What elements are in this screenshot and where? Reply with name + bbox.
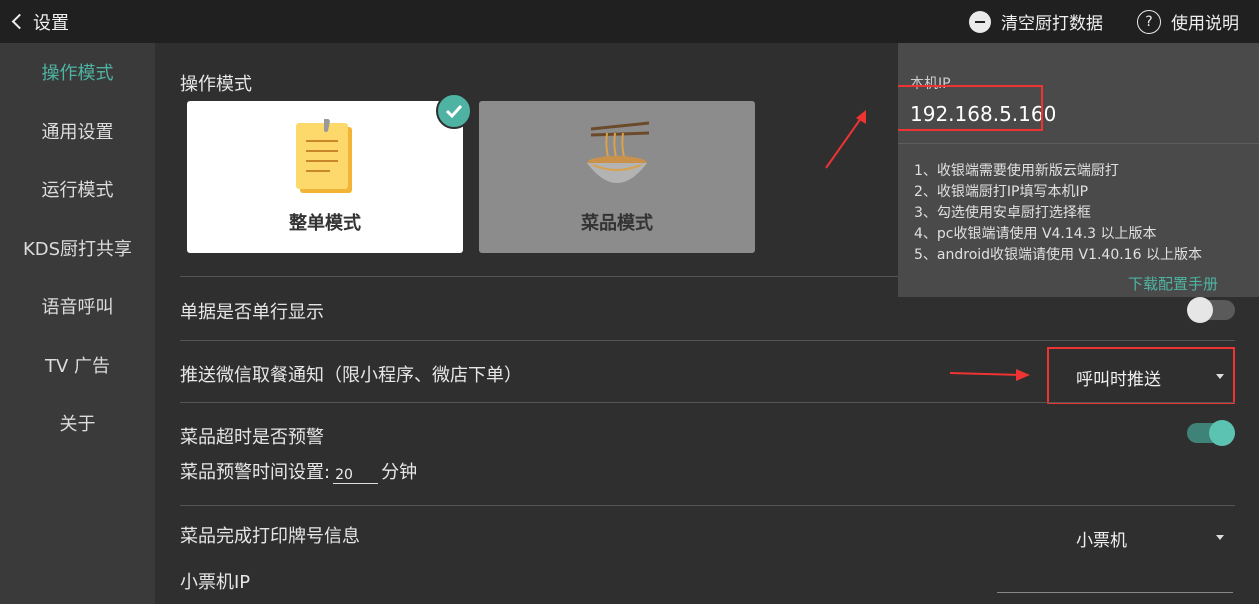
toggle-knob	[1209, 420, 1235, 446]
setup-step: 4、pc收银端请使用 V4.14.3 以上版本	[914, 226, 1157, 242]
divider	[180, 340, 1235, 341]
sidebar-item-about[interactable]: 关于	[0, 394, 155, 453]
sidebar: 操作模式 通用设置 运行模式 KDS厨打共享 语音呼叫 TV 广告 关于	[0, 43, 155, 604]
mode-card-whole-order[interactable]: 整单模式	[187, 93, 472, 253]
print-number-label: 菜品完成打印牌号信息	[180, 526, 360, 547]
single-line-toggle[interactable]	[1187, 297, 1235, 323]
noodle-bowl-icon	[587, 121, 650, 183]
chevron-left-icon	[11, 13, 28, 30]
top-actions: 清空厨打数据 ? 使用说明	[935, 0, 1239, 43]
minus-circle-icon	[969, 10, 991, 33]
sidebar-item-tv-ads[interactable]: TV 广告	[0, 336, 155, 395]
help-label: 使用说明	[1171, 14, 1239, 34]
toggle-knob	[1187, 297, 1213, 323]
divider	[898, 143, 1259, 144]
mode-label-dish: 菜品模式	[581, 213, 653, 234]
caret-down-icon	[1216, 535, 1224, 540]
setup-step: 5、android收银端请使用 V1.40.16 以上版本	[914, 247, 1202, 263]
printer-ip-input[interactable]	[997, 592, 1233, 593]
timeout-warning-label: 菜品超时是否预警	[180, 427, 324, 448]
setup-step: 2、收银端厨打IP填写本机IP	[914, 184, 1089, 200]
annotation-box-push	[1047, 347, 1235, 404]
print-number-select[interactable]: 小票机	[1076, 526, 1226, 551]
download-manual-link[interactable]: 下载配置手册	[1128, 273, 1218, 294]
warning-time-unit: 分钟	[381, 462, 418, 483]
page-title: 设置	[33, 12, 69, 34]
printer-ip-label: 小票机IP	[180, 572, 251, 593]
question-circle-icon: ?	[1137, 9, 1161, 34]
top-bar: 设置 清空厨打数据 ? 使用说明	[0, 0, 1259, 43]
warning-time-input[interactable]: 20	[333, 462, 379, 484]
settings-screen: 设置 清空厨打数据 ? 使用说明 操作模式 通用设置 运行模式 KDS厨打共享 …	[0, 0, 1259, 604]
setup-step: 1、收银端需要使用新版云端厨打	[914, 163, 1119, 179]
notepad-icon	[296, 119, 352, 193]
annotation-arrow-ip	[825, 110, 866, 169]
ip-info-popup: 本机IP 192.168.5.160 1、收银端需要使用新版云端厨打 2、收银端…	[898, 43, 1259, 297]
checkmark-icon	[436, 93, 472, 129]
warning-time-row: 菜品预警时间设置: 20 分钟	[180, 458, 417, 484]
divider	[180, 505, 1235, 506]
setup-steps: 1、收银端需要使用新版云端厨打 2、收银端厨打IP填写本机IP 3、勾选使用安卓…	[914, 161, 1202, 266]
sidebar-item-operation-mode[interactable]: 操作模式	[0, 43, 155, 102]
annotation-arrow-push	[950, 369, 1030, 381]
wechat-push-label: 推送微信取餐通知（限小程序、微店下单）	[180, 365, 522, 386]
setup-step: 3、勾选使用安卓厨打选择框	[914, 205, 1091, 221]
help-button[interactable]: ? 使用说明	[1137, 9, 1239, 34]
print-number-value: 小票机	[1076, 531, 1127, 551]
back-button[interactable]: 设置	[11, 9, 69, 35]
sidebar-item-voice-call[interactable]: 语音呼叫	[0, 277, 155, 336]
sidebar-item-kds-share[interactable]: KDS厨打共享	[0, 219, 155, 278]
clear-kitchen-data-button[interactable]: 清空厨打数据	[969, 9, 1103, 34]
mode-label-whole-order: 整单模式	[289, 213, 361, 234]
annotation-box-ip	[898, 85, 1043, 131]
divider	[180, 402, 1235, 403]
sidebar-item-general[interactable]: 通用设置	[0, 102, 155, 161]
section-title: 操作模式	[180, 74, 252, 95]
timeout-warning-toggle[interactable]	[1187, 420, 1235, 446]
clear-kitchen-data-label: 清空厨打数据	[1001, 14, 1103, 34]
sidebar-item-run-mode[interactable]: 运行模式	[0, 160, 155, 219]
single-line-label: 单据是否单行显示	[180, 302, 324, 323]
mode-card-dish[interactable]: 菜品模式	[479, 101, 755, 253]
warning-time-label: 菜品预警时间设置:	[180, 462, 331, 483]
